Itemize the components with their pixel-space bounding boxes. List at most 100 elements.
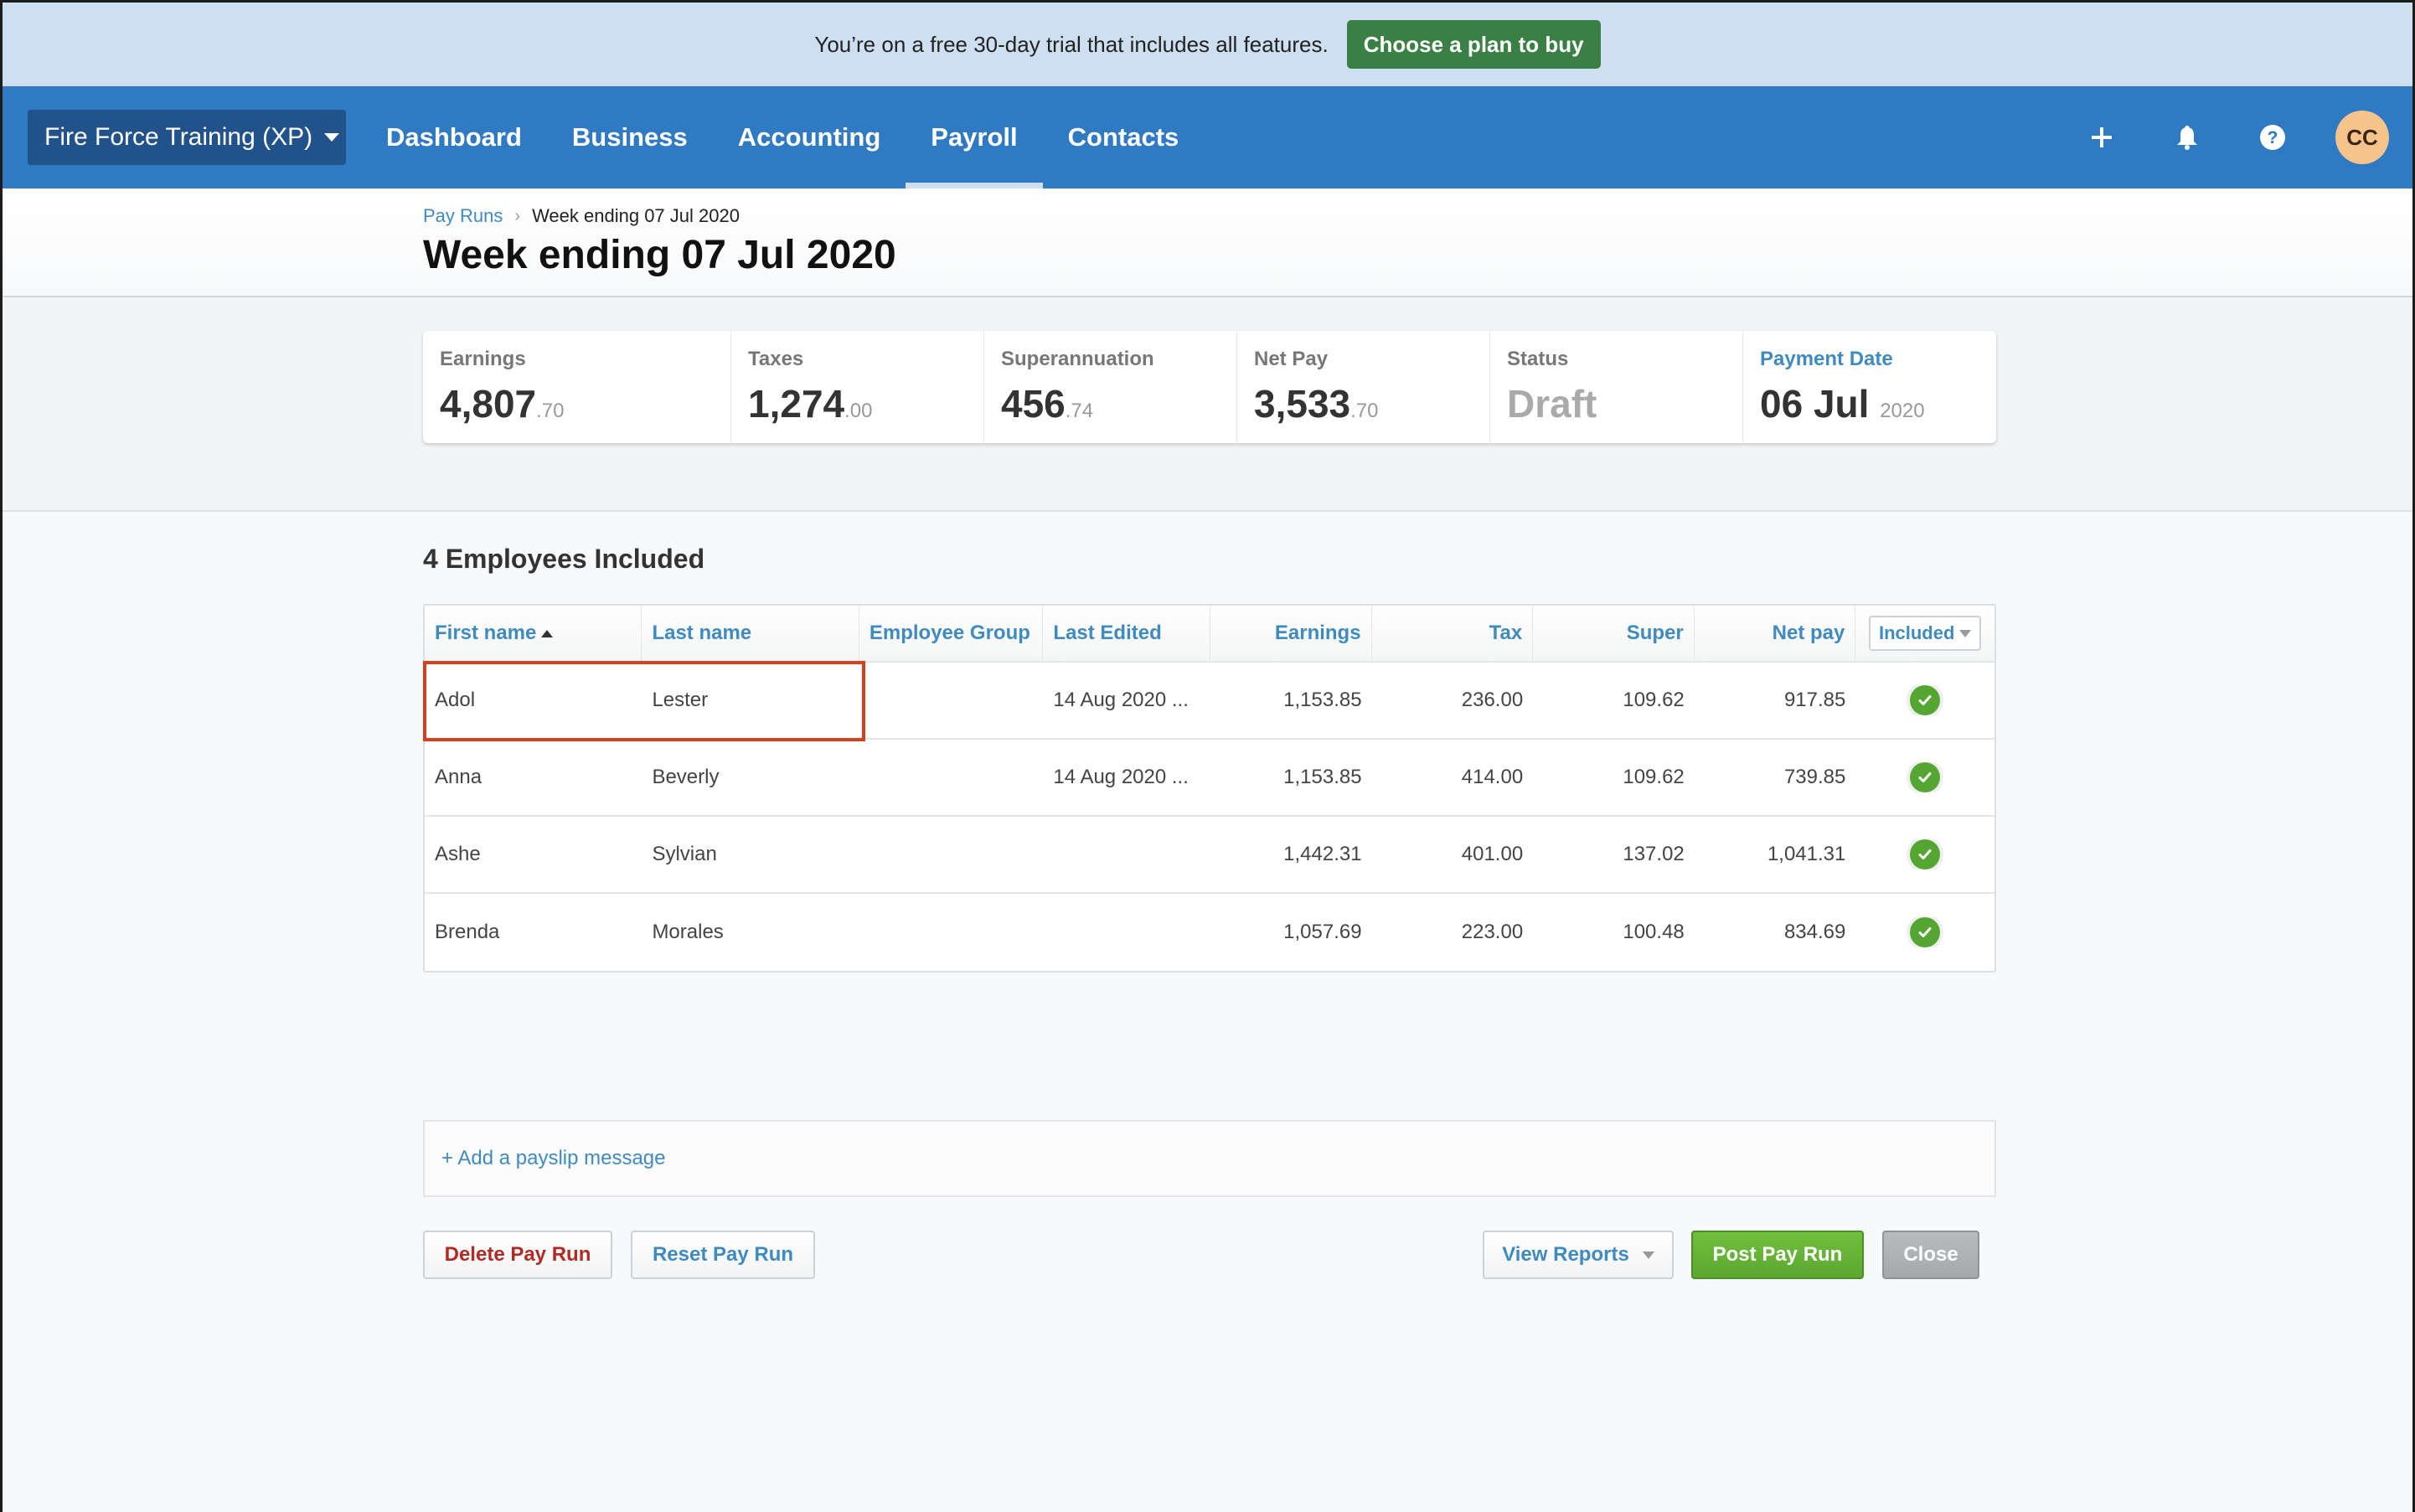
cell-earnings: 1,153.85: [1283, 689, 1362, 711]
cell-net-pay: 1,041.31: [1767, 843, 1846, 865]
stat-label: Net Pay: [1254, 348, 1329, 370]
cell-last-edited: 14 Aug 2020 ...: [1053, 689, 1189, 711]
org-switcher[interactable]: Fire Force Training (XP): [28, 110, 346, 165]
caret-down-icon: [1959, 629, 1972, 637]
col-super[interactable]: Super: [1533, 605, 1695, 662]
choose-plan-button[interactable]: Choose a plan to buy: [1346, 20, 1601, 69]
cell-tax: 414.00: [1461, 766, 1524, 788]
cell-net-pay: 739.85: [1783, 766, 1846, 788]
cell-included: [1855, 762, 1994, 792]
included-check-icon[interactable]: [1910, 762, 1941, 792]
cell-last-name[interactable]: Beverly: [642, 766, 859, 789]
col-employee-group[interactable]: Employee Group: [859, 605, 1044, 662]
stat-label: Status: [1507, 348, 1569, 370]
stat-label: Payment Date: [1760, 348, 1893, 370]
stat-value: 456.74: [1001, 381, 1236, 426]
stat-value: 1,274.00: [748, 381, 983, 426]
payslip-message-box: + Add a payslip message: [423, 1120, 1996, 1197]
col-first-name[interactable]: First name: [425, 605, 642, 662]
cell-first-name[interactable]: Brenda: [425, 921, 642, 944]
cell-earnings: 1,153.85: [1283, 766, 1362, 788]
cell-last-name[interactable]: Sylvian: [642, 843, 859, 866]
table-row[interactable]: Ashe Sylvian 1,442.31 401.00 137.02 1,04…: [425, 817, 1994, 894]
cell-super: 109.62: [1623, 766, 1685, 788]
included-filter-dropdown[interactable]: Included: [1868, 616, 1982, 651]
stat-value: 3,533.70: [1254, 381, 1489, 426]
cell-first-name[interactable]: Ashe: [425, 843, 642, 866]
stat-label: Earnings: [440, 348, 526, 370]
included-label: Included: [1878, 622, 1955, 643]
svg-text:?: ?: [2268, 128, 2278, 147]
cell-super: 100.48: [1623, 921, 1685, 943]
stat-status: Status Draft: [1490, 331, 1743, 443]
stat-decimal: .70: [536, 400, 565, 422]
stat-earnings: Earnings 4,807.70: [423, 331, 731, 443]
bell-icon[interactable]: [2165, 115, 2210, 160]
included-check-icon[interactable]: [1910, 917, 1941, 947]
included-check-icon[interactable]: [1910, 685, 1941, 715]
help-icon[interactable]: ?: [2250, 115, 2295, 160]
stat-decimal: .74: [1065, 400, 1094, 422]
stat-value: 06 Jul 2020: [1760, 381, 1996, 426]
pay-run-summary: Earnings 4,807.70 Taxes 1,274.00 Superan…: [423, 331, 1996, 443]
col-earnings[interactable]: Earnings: [1210, 605, 1372, 662]
payment-day-month: 06 Jul: [1760, 382, 1870, 426]
stat-label: Superannuation: [1001, 348, 1154, 370]
cell-super: 109.62: [1623, 689, 1685, 711]
col-tax[interactable]: Tax: [1372, 605, 1534, 662]
nav-payroll[interactable]: Payroll: [906, 86, 1044, 188]
col-net-pay[interactable]: Net pay: [1695, 605, 1856, 662]
plus-icon[interactable]: [2079, 115, 2124, 160]
cell-tax: 401.00: [1461, 843, 1524, 865]
employees-heading: 4 Employees Included: [423, 544, 705, 574]
cell-last-name[interactable]: Lester: [642, 689, 859, 712]
table-row[interactable]: Brenda Morales 1,057.69 223.00 100.48 83…: [425, 894, 1994, 971]
nav-accounting[interactable]: Accounting: [713, 86, 906, 188]
stat-value: 4,807.70: [440, 381, 730, 426]
trial-message: You’re on a free 30-day trial that inclu…: [814, 31, 1329, 57]
breadcrumb-separator-icon: ›: [514, 206, 521, 225]
stat-label: Taxes: [748, 348, 804, 370]
cell-tax: 223.00: [1461, 921, 1524, 943]
employees-table: First name Last name Employee Group Last…: [423, 604, 1996, 973]
col-last-name[interactable]: Last name: [642, 605, 859, 662]
included-check-icon[interactable]: [1910, 839, 1941, 870]
nav-business[interactable]: Business: [547, 86, 713, 188]
nav-dashboard[interactable]: Dashboard: [361, 86, 547, 188]
cell-net-pay: 834.69: [1783, 921, 1846, 943]
breadcrumb-current: Week ending 07 Jul 2020: [532, 205, 740, 226]
breadcrumb-pay-runs[interactable]: Pay Runs: [423, 205, 503, 227]
add-payslip-message-link[interactable]: + Add a payslip message: [441, 1147, 666, 1170]
page-header: Pay Runs › Week ending 07 Jul 2020 Week …: [3, 188, 2412, 297]
stat-whole: 1,274: [748, 382, 845, 426]
stat-whole: 4,807: [440, 382, 537, 426]
cell-net-pay: 917.85: [1783, 689, 1846, 711]
status-value: Draft: [1507, 382, 1597, 426]
col-last-edited[interactable]: Last Edited: [1043, 605, 1210, 662]
stat-whole: 3,533: [1254, 382, 1351, 426]
table-header: First name Last name Employee Group Last…: [425, 605, 1994, 663]
delete-pay-run-button[interactable]: Delete Pay Run: [423, 1231, 612, 1279]
post-pay-run-button[interactable]: Post Pay Run: [1691, 1231, 1864, 1279]
top-nav: Fire Force Training (XP) Dashboard Busin…: [3, 86, 2412, 188]
cell-first-name[interactable]: Adol: [425, 689, 642, 712]
cell-last-name[interactable]: Morales: [642, 921, 859, 944]
cell-first-name[interactable]: Anna: [425, 766, 642, 789]
table-row[interactable]: Anna Beverly 14 Aug 2020 ... 1,153.85 41…: [425, 740, 1994, 817]
table-row[interactable]: Adol Lester 14 Aug 2020 ... 1,153.85 236…: [423, 661, 1994, 741]
cell-included: [1855, 839, 1994, 870]
reset-pay-run-button[interactable]: Reset Pay Run: [631, 1231, 815, 1279]
summary-section: Earnings 4,807.70 Taxes 1,274.00 Superan…: [3, 297, 2412, 512]
close-button[interactable]: Close: [1882, 1231, 1979, 1279]
nav-actions: ? CC: [2079, 86, 2389, 188]
stat-whole: 456: [1001, 382, 1066, 426]
caret-down-icon: [324, 133, 340, 142]
cell-last-edited: 14 Aug 2020 ...: [1053, 766, 1189, 788]
nav-contacts[interactable]: Contacts: [1043, 86, 1205, 188]
stat-payment-date[interactable]: Payment Date 06 Jul 2020: [1743, 331, 1996, 443]
cell-tax: 236.00: [1461, 689, 1524, 711]
payment-year: 2020: [1880, 400, 1925, 422]
user-avatar[interactable]: CC: [2335, 111, 2389, 164]
view-reports-button[interactable]: View Reports: [1483, 1231, 1674, 1279]
trial-banner: You’re on a free 30-day trial that inclu…: [3, 3, 2412, 86]
